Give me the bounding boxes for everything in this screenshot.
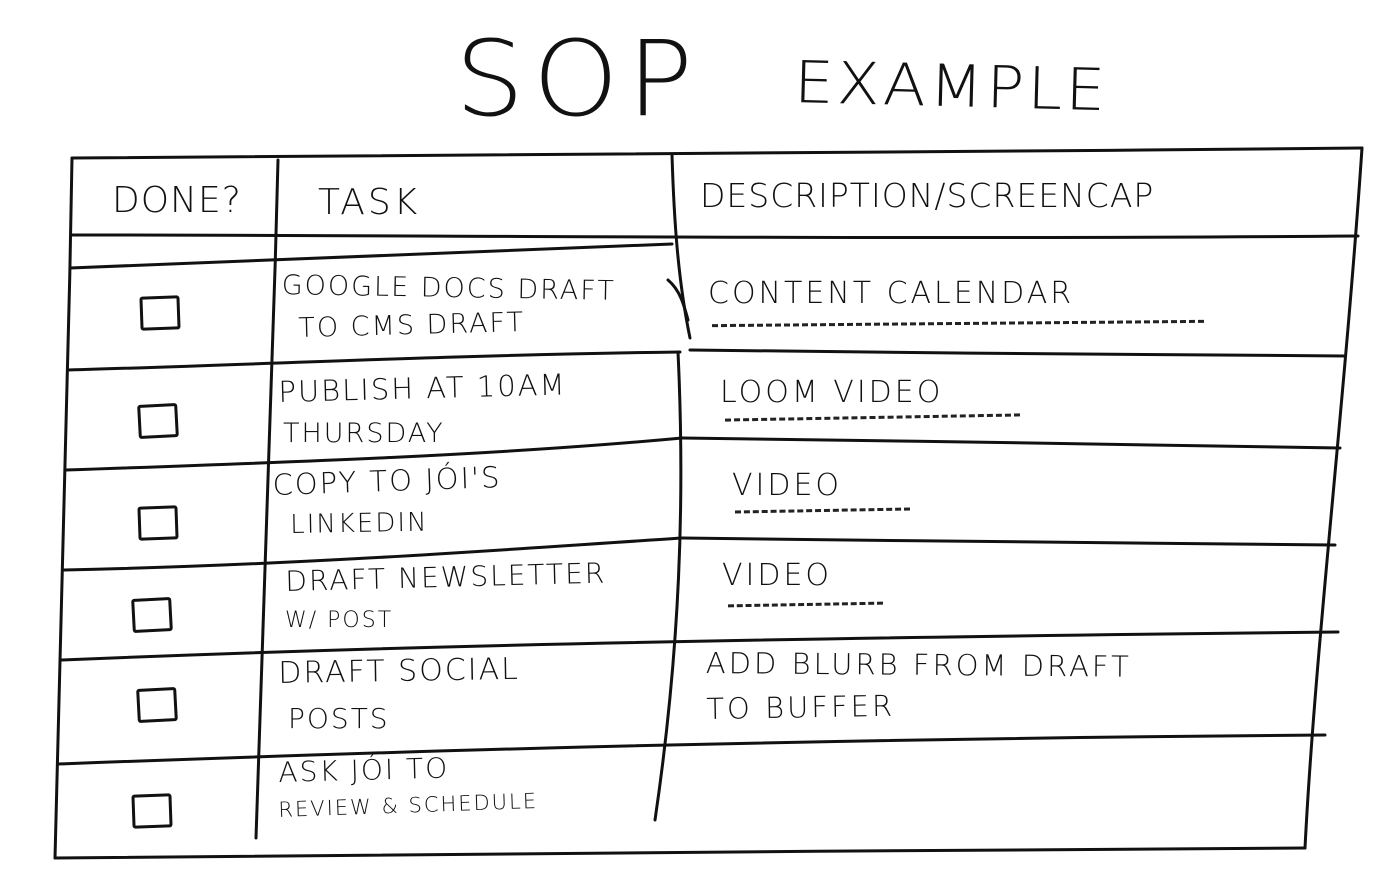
row-2-task-line2: Thursday: [283, 418, 445, 449]
row-divider-4: [60, 630, 1340, 662]
row-2-description-link[interactable]: Loom video: [720, 375, 943, 410]
row-1-description-link[interactable]: Content calendar: [708, 276, 1074, 311]
row-1-checkbox[interactable]: [139, 295, 181, 331]
row-5-description-line1: Add blurb from draft: [705, 646, 1132, 684]
row-divider-header: [70, 233, 1360, 240]
row-4-task-line2: w/ post: [285, 608, 394, 633]
row-5-description-line2: to Buffer: [706, 688, 896, 726]
row-6-task-line1: Ask Jói to: [278, 751, 450, 789]
table-bottom-border: [53, 846, 1307, 860]
column-divider-task-desc-bottom: [653, 350, 683, 822]
row-3-description-link[interactable]: Video: [732, 468, 842, 503]
row-divider-1b-left: [66, 350, 682, 372]
row-divider-1-left: [68, 242, 674, 270]
table-left-border: [53, 156, 74, 860]
row-6-checkbox[interactable]: [131, 793, 173, 829]
row-4-checkbox[interactable]: [131, 596, 173, 634]
row-divider-5: [56, 733, 1327, 766]
row-4-description-link[interactable]: Video: [722, 558, 832, 593]
row-5-task-line1: Draft social: [278, 651, 521, 691]
page-subtitle: Example: [793, 48, 1110, 125]
row-divider-1-right: [688, 348, 1347, 358]
row-1-task-line2: to CMS draft: [298, 307, 526, 344]
page-title: SOP: [455, 18, 702, 140]
row-5-checkbox[interactable]: [136, 686, 178, 724]
table-right-border: [1303, 146, 1364, 850]
row-1-task-line1: Google Docs draft: [281, 270, 617, 307]
row-divider-3-right: [680, 536, 1337, 547]
column-header-done: Done?: [112, 180, 242, 221]
row-3-checkbox[interactable]: [137, 505, 179, 541]
row-divider-2-right: [680, 436, 1342, 450]
row-3-task-line2: LinkedIn: [290, 507, 429, 540]
table-top-border: [70, 146, 1364, 160]
column-header-task: Task: [318, 182, 421, 223]
column-header-description: Description/Screencap: [700, 176, 1155, 215]
row-2-checkbox[interactable]: [137, 402, 179, 440]
pen-stroke-mark: [666, 278, 690, 322]
row-5-task-line2: posts: [288, 702, 390, 735]
column-divider-task-desc-top: [670, 153, 692, 340]
